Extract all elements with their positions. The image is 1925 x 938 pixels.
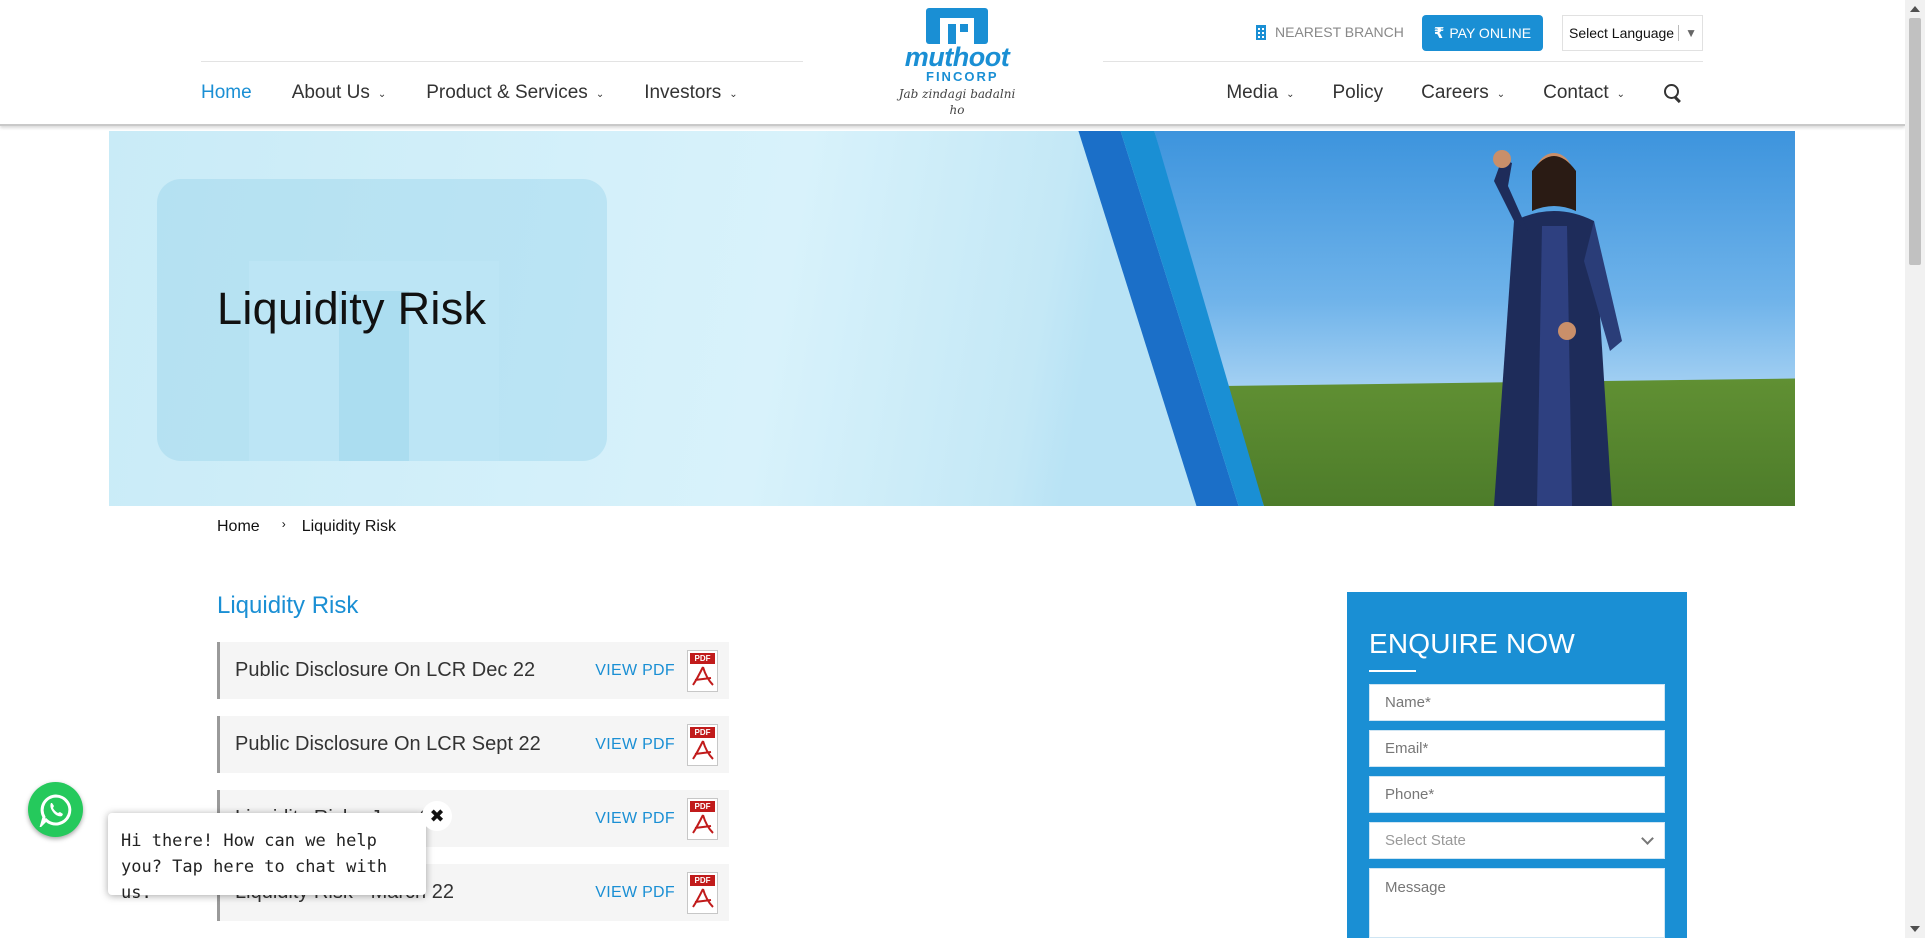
nav-home[interactable]: Home bbox=[201, 82, 252, 104]
chevron-down-icon: ⌄ bbox=[1616, 88, 1625, 100]
language-label: Select Language bbox=[1569, 25, 1675, 41]
view-pdf-link[interactable]: VIEW PDF bbox=[595, 662, 675, 680]
email-field[interactable]: Email* bbox=[1369, 730, 1665, 767]
banner-title: Liquidity Risk bbox=[217, 283, 487, 334]
name-field[interactable]: Name* bbox=[1369, 684, 1665, 721]
nav-careers[interactable]: Careers ⌄ bbox=[1421, 82, 1505, 104]
rupee-icon: ₹ bbox=[1433, 25, 1445, 42]
primary-nav-left: Home About Us ⌄ Product & Services ⌄ Inves… bbox=[201, 82, 778, 104]
document-row: Public Disclosure On LCR Sept 22 VIEW PD… bbox=[217, 716, 729, 773]
banner-model-image bbox=[1493, 150, 1622, 506]
chevron-down-icon: ⌄ bbox=[729, 88, 738, 100]
pay-online-button[interactable]: ₹ PAY ONLINE bbox=[1422, 15, 1543, 51]
pdf-icon[interactable]: PDF bbox=[687, 649, 718, 692]
breadcrumb-current: Liquidity Risk bbox=[301, 518, 396, 535]
header-divider-right bbox=[1103, 61, 1703, 62]
scroll-down-arrow-icon[interactable] bbox=[1910, 926, 1920, 932]
scrollbar-thumb[interactable] bbox=[1909, 18, 1921, 265]
view-pdf-link[interactable]: VIEW PDF bbox=[595, 884, 675, 902]
nav-investors[interactable]: Investors ⌄ bbox=[644, 82, 737, 104]
language-select[interactable]: Select Language ▼ bbox=[1562, 15, 1703, 51]
nearest-branch-label: NEAREST BRANCH bbox=[1275, 24, 1404, 40]
chevron-down-icon: ⌄ bbox=[377, 88, 387, 100]
view-pdf-link[interactable]: VIEW PDF bbox=[595, 736, 675, 754]
building-icon bbox=[1256, 24, 1266, 40]
chevron-down-icon: ⌄ bbox=[1496, 88, 1506, 100]
language-divider bbox=[1678, 25, 1680, 41]
whatsapp-icon bbox=[39, 793, 71, 827]
document-row: Public Disclosure On LCR Dec 22 VIEW PDF… bbox=[217, 642, 729, 699]
pay-online-label: PAY ONLINE bbox=[1449, 25, 1532, 41]
logo-mark-icon bbox=[926, 8, 988, 44]
search-button[interactable] bbox=[1663, 83, 1683, 103]
breadcrumb: Home › Liquidity Risk bbox=[217, 517, 396, 536]
site-header: Home About Us ⌄ Product & Services ⌄ Inves… bbox=[0, 0, 1905, 126]
document-title: Public Disclosure On LCR Dec 22 bbox=[235, 659, 536, 681]
logo-sub: FINCORP bbox=[926, 69, 999, 84]
view-pdf-link[interactable]: VIEW PDF bbox=[595, 810, 675, 828]
page-scrollbar[interactable] bbox=[1905, 0, 1925, 938]
state-select[interactable]: Select State bbox=[1369, 822, 1665, 859]
phone-field[interactable]: Phone* bbox=[1369, 776, 1665, 813]
primary-nav-right: Media ⌄ Policy Careers ⌄ Contact ⌄ bbox=[1188, 82, 1683, 104]
enquire-title: ENQUIRE NOW bbox=[1369, 628, 1575, 659]
breadcrumb-home[interactable]: Home bbox=[217, 518, 260, 536]
breadcrumb-chevron-icon: › bbox=[281, 517, 286, 531]
close-icon[interactable]: ✖ bbox=[422, 801, 452, 831]
section-title: Liquidity Risk bbox=[217, 592, 359, 619]
nav-policy[interactable]: Policy bbox=[1332, 82, 1383, 104]
pdf-icon[interactable]: PDF bbox=[687, 871, 718, 914]
state-select-label: Select State bbox=[1385, 832, 1466, 849]
nav-product-services[interactable]: Product & Services ⌄ bbox=[426, 82, 604, 104]
hero-banner: Liquidity Risk bbox=[109, 131, 1795, 506]
logo-tagline: Jab zindagi badalni ho bbox=[898, 87, 1016, 117]
header-divider-left bbox=[201, 61, 803, 62]
message-field[interactable]: Message bbox=[1369, 868, 1665, 938]
logo-brand: muthoot bbox=[904, 42, 1010, 72]
chevron-down-icon: ⌄ bbox=[595, 88, 605, 100]
chat-popup[interactable]: Hi there! How can we help you? Tap here … bbox=[108, 813, 426, 903]
pdf-icon[interactable]: PDF bbox=[687, 797, 718, 840]
whatsapp-button[interactable] bbox=[28, 782, 83, 837]
nearest-branch-link[interactable]: NEAREST BRANCH bbox=[1256, 24, 1404, 40]
search-icon bbox=[1663, 83, 1683, 103]
dropdown-arrow-icon: ▼ bbox=[1685, 26, 1697, 40]
chevron-down-icon bbox=[1641, 832, 1654, 845]
scroll-up-arrow-icon[interactable] bbox=[1910, 6, 1920, 12]
pdf-icon[interactable]: PDF bbox=[687, 723, 718, 766]
site-logo[interactable]: muthoot FINCORP Jab zindagi badalni ho bbox=[892, 6, 1022, 117]
document-title: Public Disclosure On LCR Sept 22 bbox=[235, 733, 541, 755]
nav-media[interactable]: Media ⌄ bbox=[1226, 82, 1294, 104]
nav-contact[interactable]: Contact ⌄ bbox=[1543, 82, 1625, 104]
nav-about-us[interactable]: About Us ⌄ bbox=[292, 82, 387, 104]
enquire-underline bbox=[1369, 670, 1416, 672]
enquire-form: ENQUIRE NOW Name* Email* Phone* Select S… bbox=[1347, 592, 1687, 938]
chevron-down-icon: ⌄ bbox=[1286, 88, 1295, 100]
